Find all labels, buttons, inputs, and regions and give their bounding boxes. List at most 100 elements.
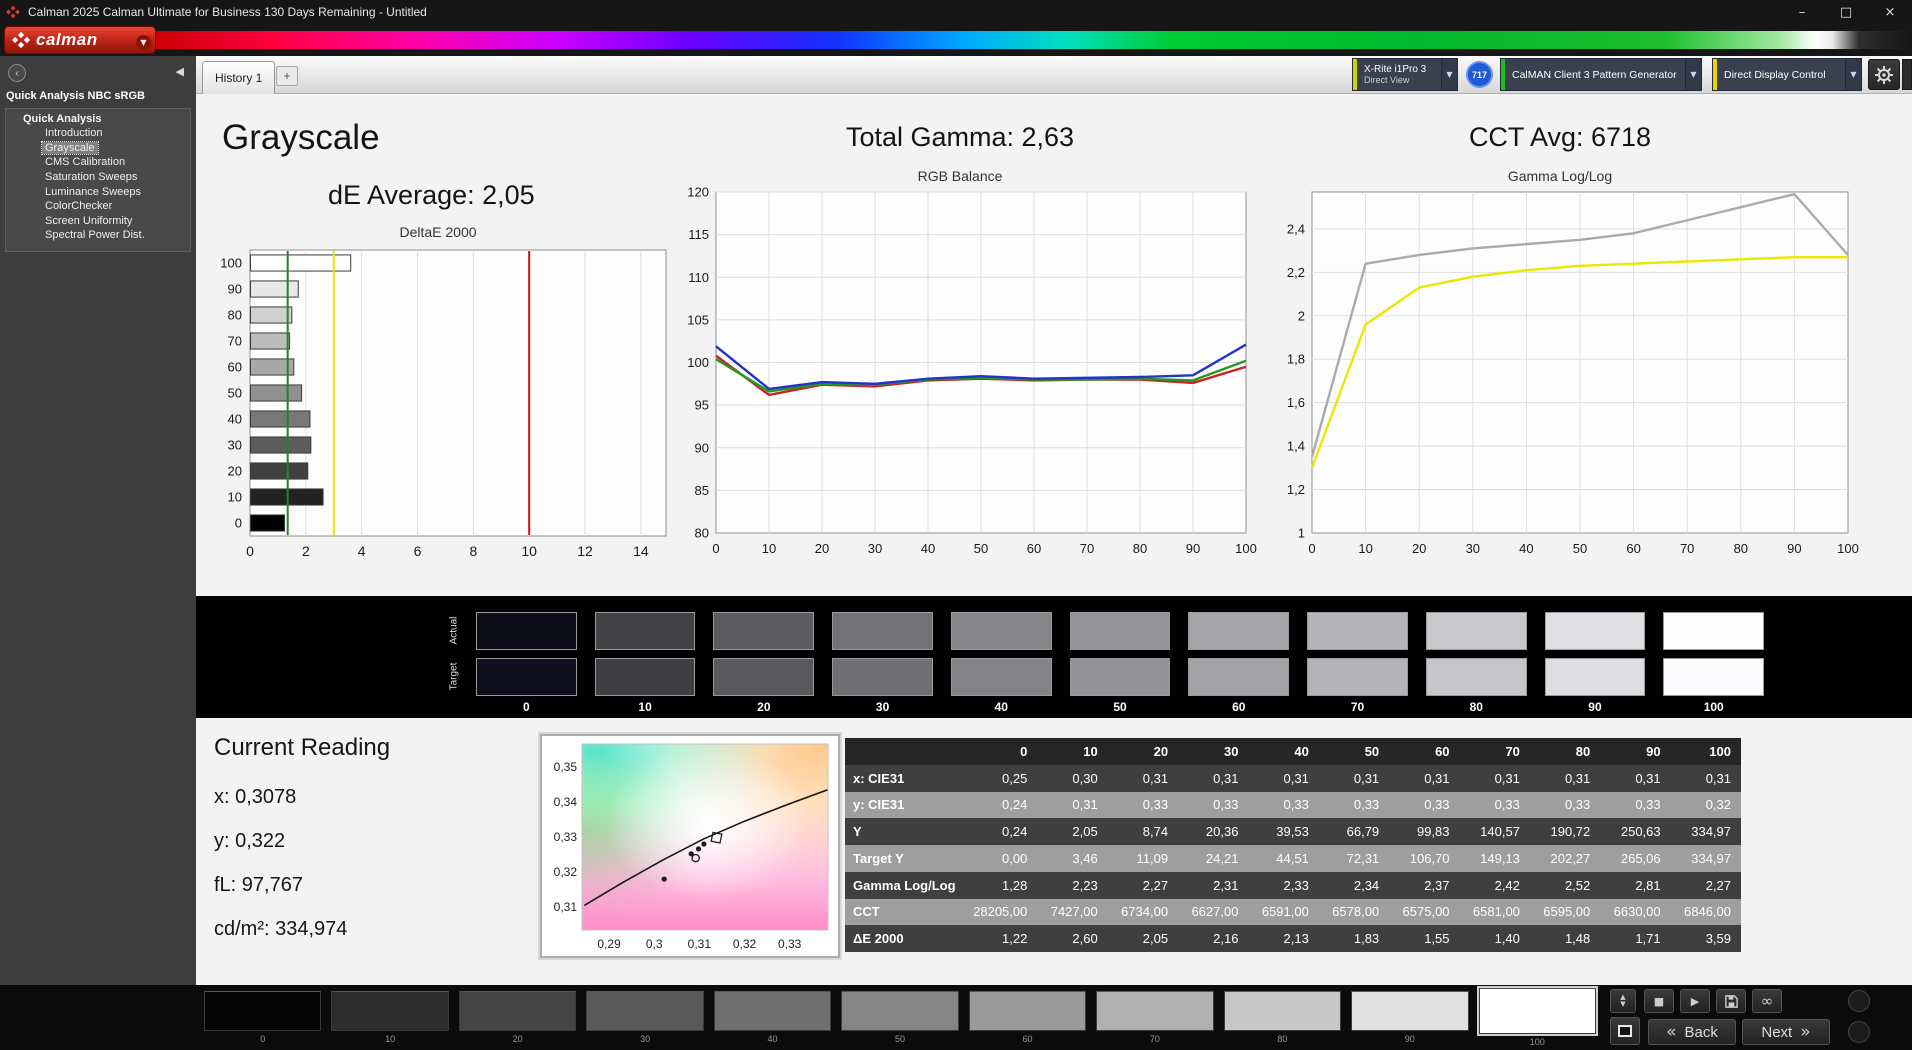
sidebar-item-screen-uniformity[interactable]: Screen Uniformity bbox=[6, 214, 190, 229]
table-value-cell: 0,32 bbox=[1671, 792, 1741, 819]
table-value-cell: 0,31 bbox=[1248, 765, 1318, 792]
sidebar-item-saturation-sweeps[interactable]: Saturation Sweeps bbox=[6, 170, 190, 185]
sidebar-item-introduction[interactable]: Introduction bbox=[6, 126, 190, 141]
gray-patch-button-50[interactable] bbox=[841, 991, 958, 1031]
gray-patch-button-100[interactable] bbox=[1479, 988, 1596, 1034]
gray-patch-button-0[interactable] bbox=[204, 991, 321, 1031]
svg-text:10: 10 bbox=[1358, 541, 1372, 556]
table-value-cell: 106,70 bbox=[1389, 845, 1459, 872]
swatch-level-label: 0 bbox=[476, 700, 577, 714]
loop-button[interactable]: ∞ bbox=[1752, 989, 1782, 1013]
reading-cdm2: cd/m²: 334,974 bbox=[214, 918, 390, 941]
play-icon: ▶ bbox=[1691, 995, 1699, 1008]
play-button[interactable]: ▶ bbox=[1680, 989, 1710, 1013]
calman-logo-button[interactable]: calman ▼ bbox=[4, 26, 156, 54]
display-control-dropdown[interactable]: Direct Display Control ▼ bbox=[1712, 58, 1862, 91]
svg-text:12: 12 bbox=[577, 543, 593, 559]
status-circle-button-bottom[interactable] bbox=[1848, 1021, 1870, 1043]
nav-circle-button[interactable]: ‹ bbox=[8, 64, 26, 82]
table-value-cell: 66,79 bbox=[1319, 818, 1389, 845]
patch-label: 50 bbox=[841, 1034, 958, 1044]
svg-text:10: 10 bbox=[521, 543, 537, 559]
status-circle-button-top[interactable] bbox=[1848, 990, 1870, 1012]
next-label: Next bbox=[1761, 1024, 1792, 1041]
table-value-cell: 2,31 bbox=[1178, 872, 1248, 899]
stop-button[interactable]: ■ bbox=[1644, 989, 1674, 1013]
target-swatch bbox=[951, 658, 1052, 696]
sidebar-root-quick-analysis[interactable]: Quick Analysis bbox=[6, 112, 190, 126]
gray-patch-button-10[interactable] bbox=[331, 991, 448, 1031]
sidebar-item-spectral-power-dist-[interactable]: Spectral Power Dist. bbox=[6, 228, 190, 243]
table-value-cell: 7427,00 bbox=[1037, 899, 1107, 926]
sidebar-item-colorchecker[interactable]: ColorChecker bbox=[6, 199, 190, 214]
minimize-icon[interactable]: – bbox=[1780, 0, 1824, 24]
collapse-arrow-icon[interactable]: ◀ bbox=[176, 65, 184, 78]
svg-text:100: 100 bbox=[687, 355, 709, 370]
svg-text:0,35: 0,35 bbox=[554, 760, 578, 774]
table-value-cell: 2,33 bbox=[1248, 872, 1318, 899]
pattern-patch-column: 30 bbox=[586, 991, 703, 1047]
close-icon[interactable]: × bbox=[1868, 0, 1912, 24]
svg-text:60: 60 bbox=[1626, 541, 1640, 556]
pattern-patch-column: 50 bbox=[841, 991, 958, 1047]
rgb-balance-chart-title: RGB Balance bbox=[660, 168, 1260, 184]
svg-text:0,32: 0,32 bbox=[554, 865, 578, 879]
table-column-header: 60 bbox=[1389, 738, 1459, 765]
svg-text:0,29: 0,29 bbox=[597, 937, 621, 951]
add-tab-button[interactable]: + bbox=[276, 66, 298, 86]
actual-swatch bbox=[1070, 612, 1171, 650]
gray-patch-button-40[interactable] bbox=[714, 991, 831, 1031]
target-swatch bbox=[1663, 658, 1764, 696]
table-value-cell: 24,21 bbox=[1178, 845, 1248, 872]
next-button[interactable]: Next » bbox=[1742, 1019, 1830, 1045]
table-value-cell: 265,06 bbox=[1600, 845, 1670, 872]
patch-label: 30 bbox=[586, 1034, 703, 1044]
gray-patch-button-20[interactable] bbox=[459, 991, 576, 1031]
tab-history-1[interactable]: History 1 bbox=[202, 61, 275, 94]
brand-bar: calman ▼ bbox=[0, 24, 1912, 56]
table-row-label: Target Y bbox=[845, 845, 967, 872]
table-value-cell: 0,31 bbox=[1671, 765, 1741, 792]
patch-label: 40 bbox=[714, 1034, 831, 1044]
back-chevron-icon: « bbox=[1666, 1022, 1676, 1042]
table-value-cell: 2,13 bbox=[1248, 925, 1318, 952]
chevron-down-icon: ▼ bbox=[1685, 59, 1701, 90]
svg-text:40: 40 bbox=[921, 541, 935, 556]
maximize-icon[interactable]: □ bbox=[1824, 0, 1868, 24]
save-button[interactable] bbox=[1716, 989, 1746, 1013]
logo-menu-caret-icon[interactable]: ▼ bbox=[136, 35, 151, 50]
patch-label: 10 bbox=[331, 1034, 448, 1044]
table-value-cell: 6578,00 bbox=[1319, 899, 1389, 926]
gray-patch-button-60[interactable] bbox=[969, 991, 1086, 1031]
gray-patch-button-90[interactable] bbox=[1351, 991, 1468, 1031]
sidebar: ‹ ◀ Quick Analysis NBC sRGB Quick Analys… bbox=[0, 56, 196, 985]
gray-patch-button-70[interactable] bbox=[1096, 991, 1213, 1031]
table-value-cell: 0,31 bbox=[1530, 765, 1600, 792]
pattern-generator-dropdown[interactable]: CalMAN Client 3 Pattern Generator ▼ bbox=[1500, 58, 1702, 91]
cie-chromaticity-panel: 0,310,320,330,340,350,290,30,310,320,33 bbox=[540, 734, 840, 958]
table-value-cell: 0,31 bbox=[1600, 765, 1670, 792]
gray-patch-button-30[interactable] bbox=[586, 991, 703, 1031]
target-swatch bbox=[832, 658, 933, 696]
actual-swatch bbox=[1307, 612, 1408, 650]
sidebar-item-grayscale[interactable]: Grayscale bbox=[6, 141, 190, 156]
actual-swatch-row bbox=[476, 612, 1764, 650]
pattern-patch-column: 100 bbox=[1479, 991, 1596, 1047]
page-title: Grayscale bbox=[222, 118, 380, 158]
settings-button[interactable] bbox=[1868, 59, 1900, 90]
back-button[interactable]: « Back bbox=[1648, 1019, 1736, 1045]
patch-label: 80 bbox=[1224, 1034, 1341, 1044]
table-value-cell: 0,33 bbox=[1389, 792, 1459, 819]
table-row-label: y: CIE31 bbox=[845, 792, 967, 819]
pattern-window-button[interactable] bbox=[1610, 1017, 1640, 1045]
meter-dropdown[interactable]: X-Rite i1Pro 3 Direct View ▼ bbox=[1352, 58, 1458, 91]
spinner-button[interactable]: ▲ ▼ bbox=[1610, 989, 1636, 1013]
toolbar-edge-button[interactable] bbox=[1902, 59, 1912, 90]
table-value-cell: 11,09 bbox=[1108, 845, 1178, 872]
sidebar-item-luminance-sweeps[interactable]: Luminance Sweeps bbox=[6, 184, 190, 199]
gray-patch-button-80[interactable] bbox=[1224, 991, 1341, 1031]
table-value-cell: 2,81 bbox=[1600, 872, 1670, 899]
svg-text:90: 90 bbox=[1787, 541, 1801, 556]
sidebar-item-cms-calibration[interactable]: CMS Calibration bbox=[6, 155, 190, 170]
svg-text:1: 1 bbox=[1298, 526, 1305, 541]
